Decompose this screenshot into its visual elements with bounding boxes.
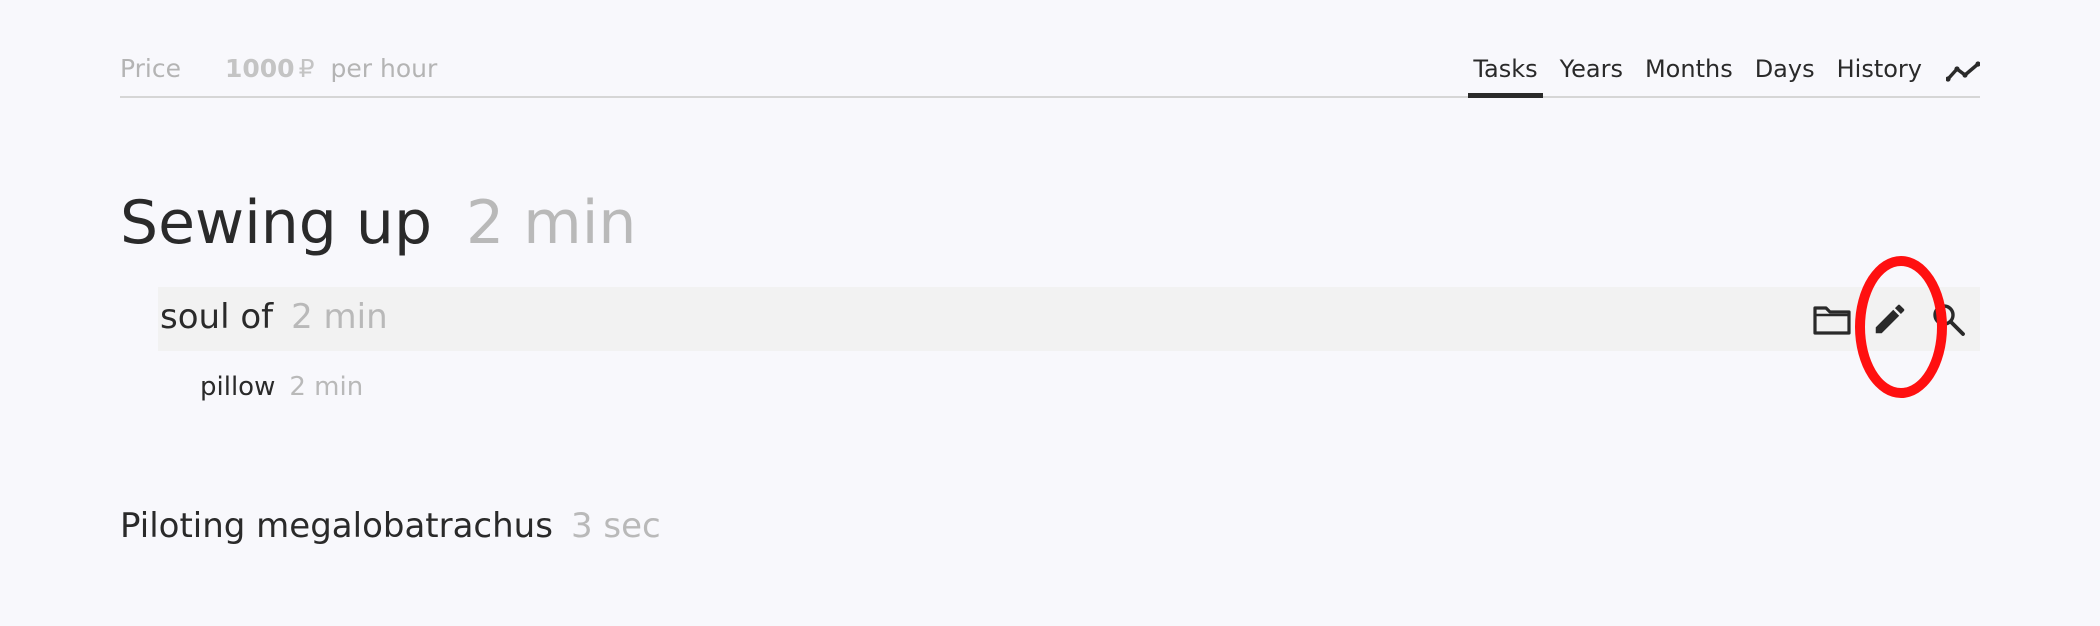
- price-label: Price: [120, 54, 181, 83]
- task-name: soul of: [160, 297, 274, 337]
- price-currency: ₽: [298, 54, 315, 83]
- task-group-duration: 2 min: [466, 188, 637, 258]
- pencil-icon[interactable]: [1868, 297, 1912, 341]
- task-row[interactable]: soul of 2 min: [158, 287, 1980, 351]
- tab-history[interactable]: History: [1837, 52, 1922, 92]
- header-bar: Price 1000 ₽ per hour Tasks Years Months…: [120, 48, 1980, 98]
- subtask-name: pillow: [200, 372, 276, 402]
- task-duration: 2 min: [291, 297, 388, 337]
- price-display: Price 1000 ₽ per hour: [120, 54, 437, 83]
- tab-tasks[interactable]: Tasks: [1468, 52, 1543, 98]
- task-group-duration: 3 sec: [570, 506, 661, 546]
- view-tabs: Tasks Years Months Days History: [1451, 52, 1980, 98]
- price-value[interactable]: 1000: [225, 54, 295, 83]
- tab-months[interactable]: Months: [1645, 52, 1733, 92]
- task-group-name: Piloting megalobatrachus: [120, 506, 553, 546]
- task-group-name: Sewing up: [120, 188, 433, 258]
- folder-icon[interactable]: [1810, 297, 1854, 341]
- task-row-actions: [1796, 297, 1970, 341]
- task-group-title[interactable]: Sewing up 2 min: [120, 188, 636, 258]
- task-group-title[interactable]: Piloting megalobatrachus 3 sec: [120, 506, 661, 546]
- task-row-label: soul of 2 min: [160, 297, 388, 337]
- search-icon[interactable]: [1926, 297, 1970, 341]
- subtask-item[interactable]: pillow 2 min: [200, 372, 363, 402]
- tab-years[interactable]: Years: [1560, 52, 1623, 92]
- price-unit: per hour: [330, 54, 438, 83]
- tab-days[interactable]: Days: [1755, 52, 1815, 92]
- subtask-duration: 2 min: [289, 372, 364, 402]
- trend-line-icon[interactable]: [1946, 55, 1980, 89]
